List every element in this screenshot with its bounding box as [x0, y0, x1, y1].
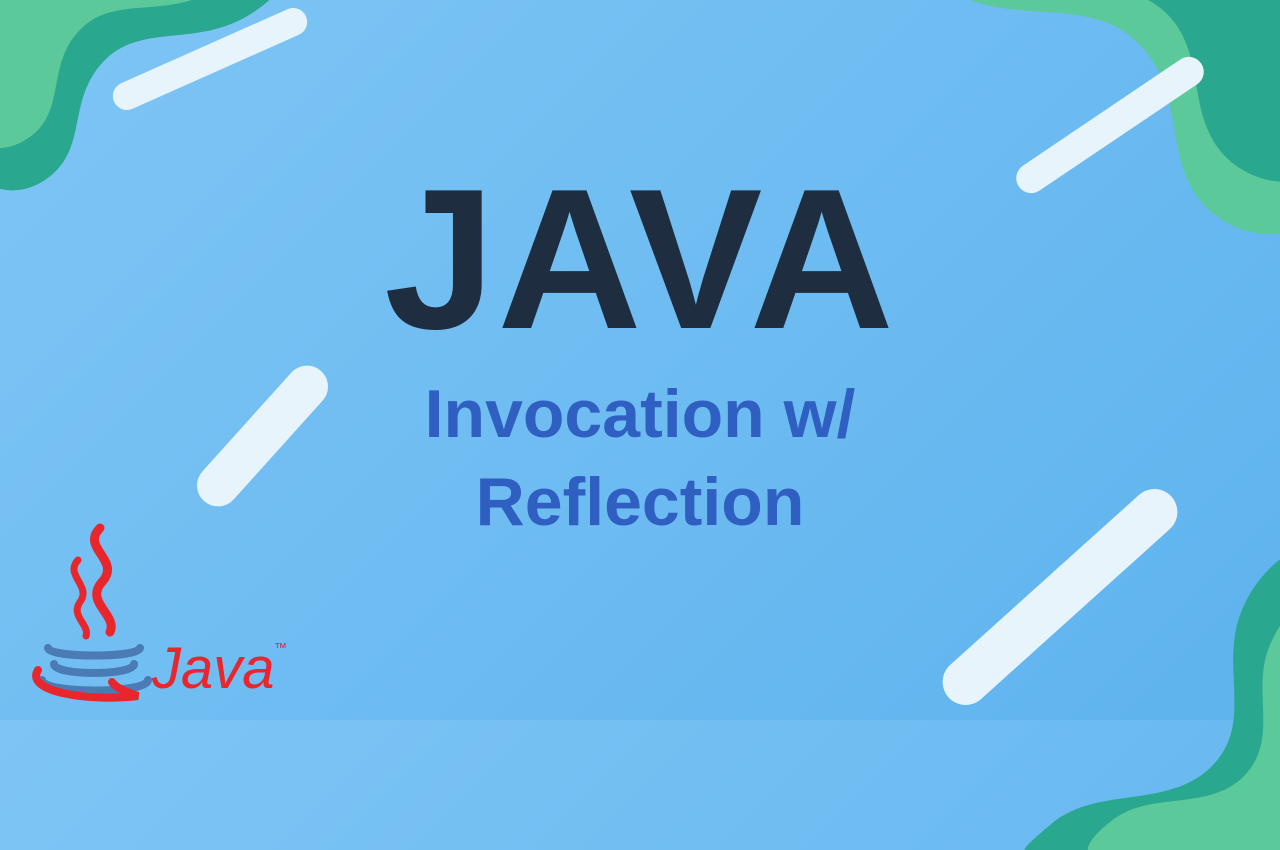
main-content: JAVA Invocation w/ Reflection — [0, 160, 1280, 547]
page-title: JAVA — [0, 160, 1280, 360]
subtitle-line-2: Reflection — [476, 464, 805, 540]
svg-text:™: ™ — [274, 640, 287, 655]
java-logo-text: Java — [151, 636, 275, 701]
subtitle-line-1: Invocation w/ — [425, 376, 856, 452]
java-logo: Java ™ — [30, 520, 290, 710]
